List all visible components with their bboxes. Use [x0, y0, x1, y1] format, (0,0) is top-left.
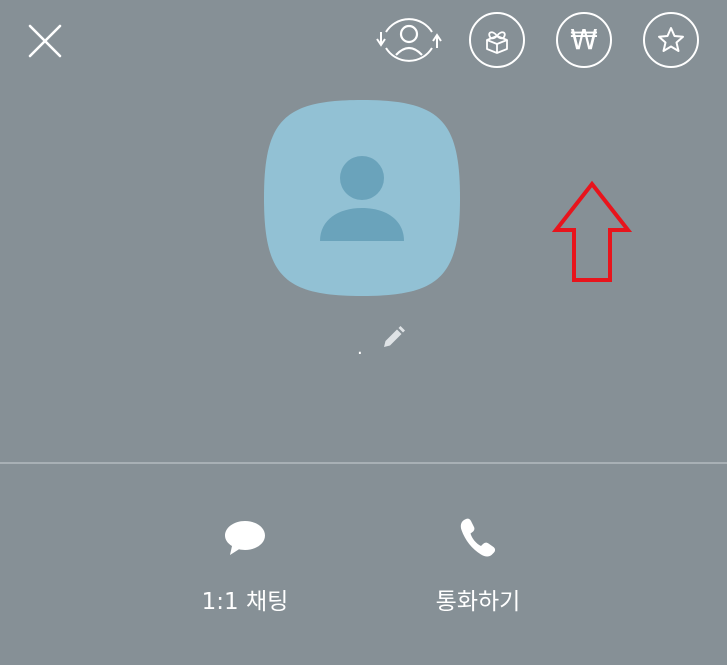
profile-name: . — [357, 338, 363, 359]
close-button[interactable] — [26, 22, 64, 60]
divider — [0, 462, 727, 464]
gift-button[interactable] — [469, 12, 525, 68]
gift-icon — [486, 31, 508, 54]
edit-name-button[interactable] — [379, 324, 407, 352]
speech-bubble-icon — [225, 521, 265, 555]
favorite-button[interactable] — [643, 12, 699, 68]
pay-button[interactable]: ₩ — [556, 12, 612, 68]
chat-label: 1:1 채팅 — [201, 589, 289, 615]
chat-button[interactable] — [220, 512, 270, 562]
call-button[interactable] — [453, 512, 503, 562]
switch-profile-button[interactable] — [374, 10, 444, 70]
default-person-avatar — [264, 100, 460, 296]
phone-icon — [460, 518, 496, 557]
call-action[interactable]: 통화하기 — [378, 512, 578, 616]
switch-profile-icon — [376, 18, 442, 62]
star-icon — [658, 27, 684, 52]
close-icon — [28, 24, 62, 58]
call-label: 통화하기 — [435, 589, 521, 615]
profile-name-row: . — [0, 318, 727, 358]
chat-action[interactable]: 1:1 채팅 — [145, 512, 345, 616]
pencil-icon — [384, 326, 405, 347]
won-pay-icon: ₩ — [570, 23, 598, 56]
profile-avatar[interactable] — [262, 98, 462, 298]
red-up-arrow-annotation — [552, 180, 632, 282]
